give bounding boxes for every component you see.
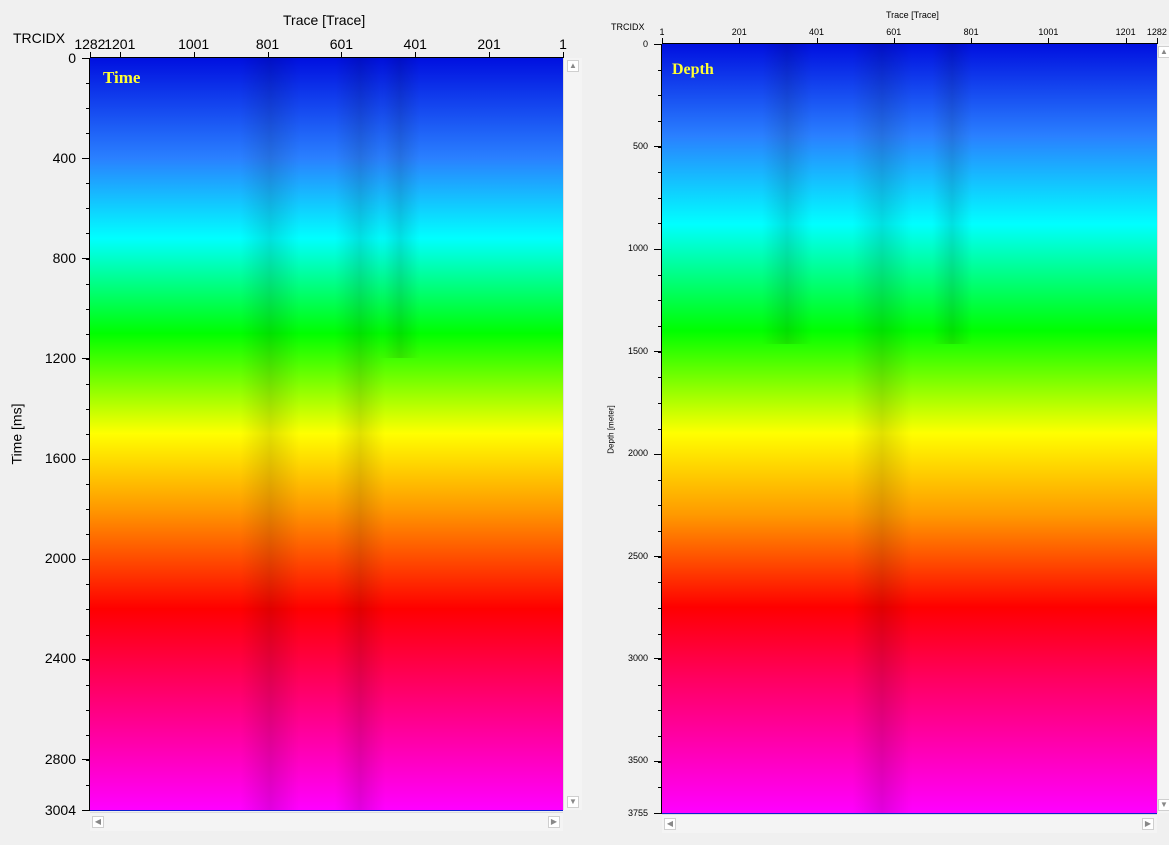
scroll-right-icon[interactable]: ▶: [548, 816, 560, 828]
y-tick-label: 2800: [44, 750, 76, 767]
x-tick-label: 1201: [104, 36, 136, 52]
y-tick-label: 3000: [627, 652, 648, 663]
y-tick-label: 3004: [44, 801, 76, 818]
depth-corner-label: TRCIDX: [611, 22, 645, 32]
y-tick-label: 3755: [627, 807, 648, 818]
depth-x-axis-title: Trace [Trace]: [886, 10, 939, 20]
depth-plot-area[interactable]: Depth: [662, 44, 1157, 813]
x-tick-label: 1001: [178, 36, 210, 52]
time-corner-label: TRCIDX: [13, 30, 66, 46]
y-tick-label: 2500: [627, 550, 648, 561]
x-tick-label: 801: [963, 27, 979, 37]
y-tick-label: 2000: [44, 550, 76, 567]
y-tick-label: 500: [632, 140, 648, 151]
x-tick-label: 601: [329, 36, 354, 52]
time-vertical-scrollbar[interactable]: ▲ ▼: [563, 58, 582, 810]
time-horizontal-scrollbar[interactable]: ◀ ▶: [90, 812, 563, 831]
y-tick-label: 3500: [627, 755, 648, 766]
y-tick-label: 800: [52, 249, 76, 266]
scroll-right-icon[interactable]: ▶: [1142, 818, 1154, 830]
y-tick-label: 1600: [44, 450, 76, 467]
time-chart-label: Time: [103, 68, 141, 87]
x-tick-label: 1: [659, 27, 665, 37]
depth-heatmap-texture: [762, 44, 972, 813]
x-tick-label: 401: [809, 27, 825, 37]
scroll-down-icon[interactable]: ▼: [567, 796, 579, 808]
depth-vertical-scrollbar[interactable]: ▲ ▼: [1157, 44, 1169, 813]
y-tick-label: 400: [52, 149, 76, 166]
x-tick-label: 1001: [1038, 27, 1059, 37]
x-tick-label: 801: [255, 36, 280, 52]
scroll-up-icon[interactable]: ▲: [1158, 46, 1169, 58]
depth-horizontal-scrollbar[interactable]: ◀ ▶: [662, 814, 1157, 833]
x-tick-label: 1201: [1115, 27, 1136, 37]
y-tick-label: 2400: [44, 650, 76, 667]
scroll-down-icon[interactable]: ▼: [1158, 799, 1169, 811]
x-tick-label: 1: [559, 36, 567, 52]
y-tick-label: 1500: [627, 345, 648, 356]
y-tick-label: 1200: [44, 349, 76, 366]
time-y-axis-title: Time [ms]: [8, 403, 25, 465]
time-heatmap-texture: [240, 58, 420, 810]
depth-y-axis-title: Depth [meter]: [606, 405, 616, 454]
x-tick-label: 201: [477, 36, 501, 52]
x-tick-label: 1282: [1146, 27, 1167, 37]
x-tick-label: 1282: [74, 36, 106, 52]
y-tick-label: 0: [68, 49, 76, 66]
scroll-left-icon[interactable]: ◀: [664, 818, 676, 830]
x-tick-label: 601: [886, 27, 902, 37]
x-tick-label: 401: [403, 36, 427, 52]
time-x-axis-title: Trace [Trace]: [283, 12, 366, 28]
y-tick-label: 0: [642, 38, 648, 49]
time-plot-area[interactable]: Time: [90, 58, 563, 810]
y-minor-tick: [86, 810, 90, 811]
y-tick-label: 2000: [627, 448, 648, 459]
depth-chart-label: Depth: [672, 61, 714, 78]
x-tick-label: 201: [731, 27, 747, 37]
scroll-up-icon[interactable]: ▲: [567, 60, 579, 72]
scroll-left-icon[interactable]: ◀: [92, 816, 104, 828]
y-tick-label: 1000: [627, 243, 648, 254]
